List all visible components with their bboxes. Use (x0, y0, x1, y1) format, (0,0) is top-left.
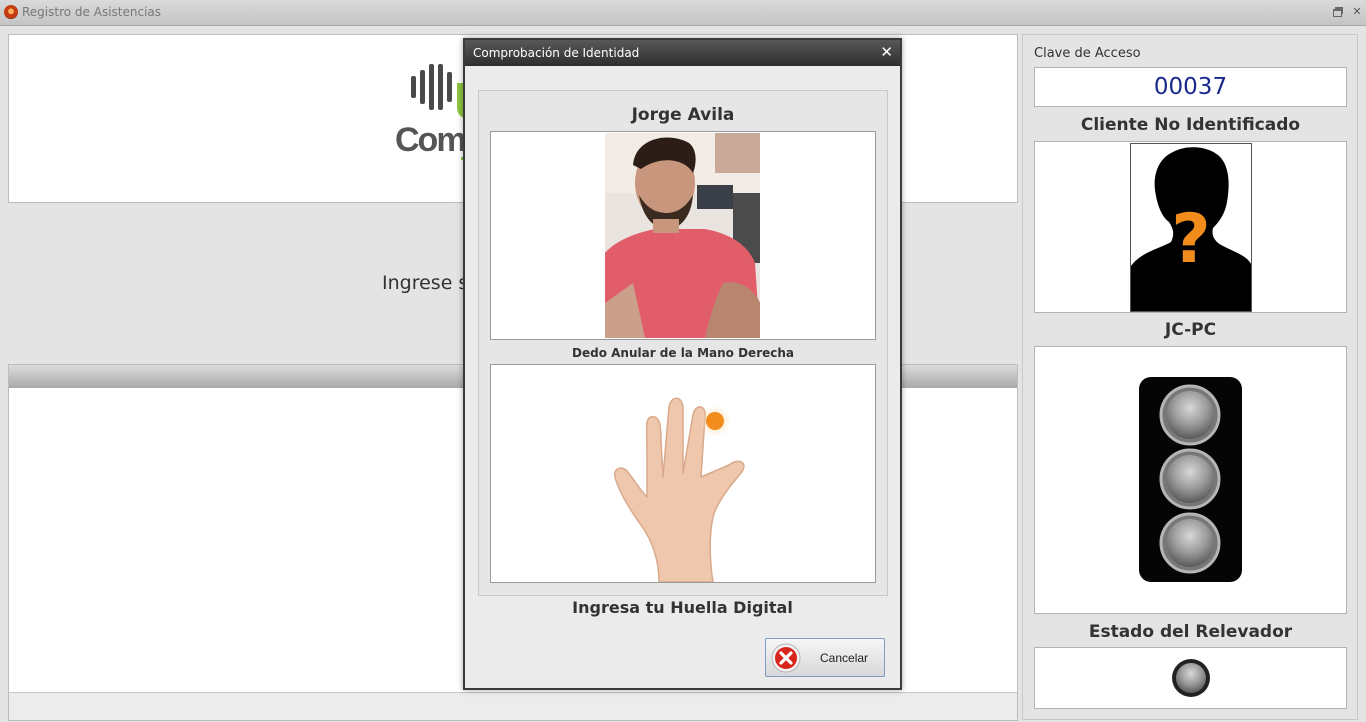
finger-label: Dedo Anular de la Mano Derecha (572, 346, 794, 360)
cancel-icon (771, 643, 801, 673)
traffic-light-icon (1139, 377, 1242, 582)
person-name: Jorge Avila (631, 105, 735, 125)
cancel-button-label: Cancelar (820, 651, 869, 665)
close-window-icon[interactable]: ✕ (1350, 4, 1364, 20)
dialog-content: Jorge Avila Dedo Anular de la Mano Derec… (478, 90, 888, 596)
client-photo-box: ? (1034, 141, 1347, 313)
hand-icon (613, 397, 745, 583)
list-footer (9, 692, 1017, 720)
relay-status-box (1034, 647, 1347, 709)
person-photo-box (490, 131, 876, 340)
dialog-close-icon[interactable]: ✕ (880, 43, 893, 61)
person-photo (605, 133, 760, 338)
relay-lamp-icon (1172, 659, 1210, 697)
window-title: Registro de Asistencias (22, 5, 162, 19)
restore-window-icon[interactable] (1330, 4, 1344, 20)
title-bar: Registro de Asistencias ✕ (0, 0, 1366, 26)
dialog-title: Comprobación de Identidad (473, 46, 640, 60)
fingerprint-instruction: Ingresa tu Huella Digital (572, 598, 793, 617)
svg-text:?: ? (1171, 200, 1210, 279)
app-icon (4, 5, 18, 19)
dialog-title-bar: Comprobación de Identidad ✕ (465, 40, 900, 66)
cancel-button[interactable]: Cancelar (765, 638, 885, 677)
relay-status-heading: Estado del Relevador (1088, 622, 1293, 642)
prompt-text: Ingrese s (382, 272, 469, 294)
clave-field: 00037 (1034, 67, 1347, 107)
identity-check-dialog: Comprobación de Identidad ✕ Jorge Avila (463, 38, 902, 690)
pc-name-heading: JC-PC (1164, 320, 1217, 340)
client-status-heading: Cliente No Identificado (1080, 115, 1301, 135)
unknown-person-icon: ? (1130, 143, 1252, 312)
status-light-box (1034, 346, 1347, 614)
fingerprint-guide-box (490, 364, 876, 583)
clave-label: Clave de Acceso (1034, 46, 1141, 61)
